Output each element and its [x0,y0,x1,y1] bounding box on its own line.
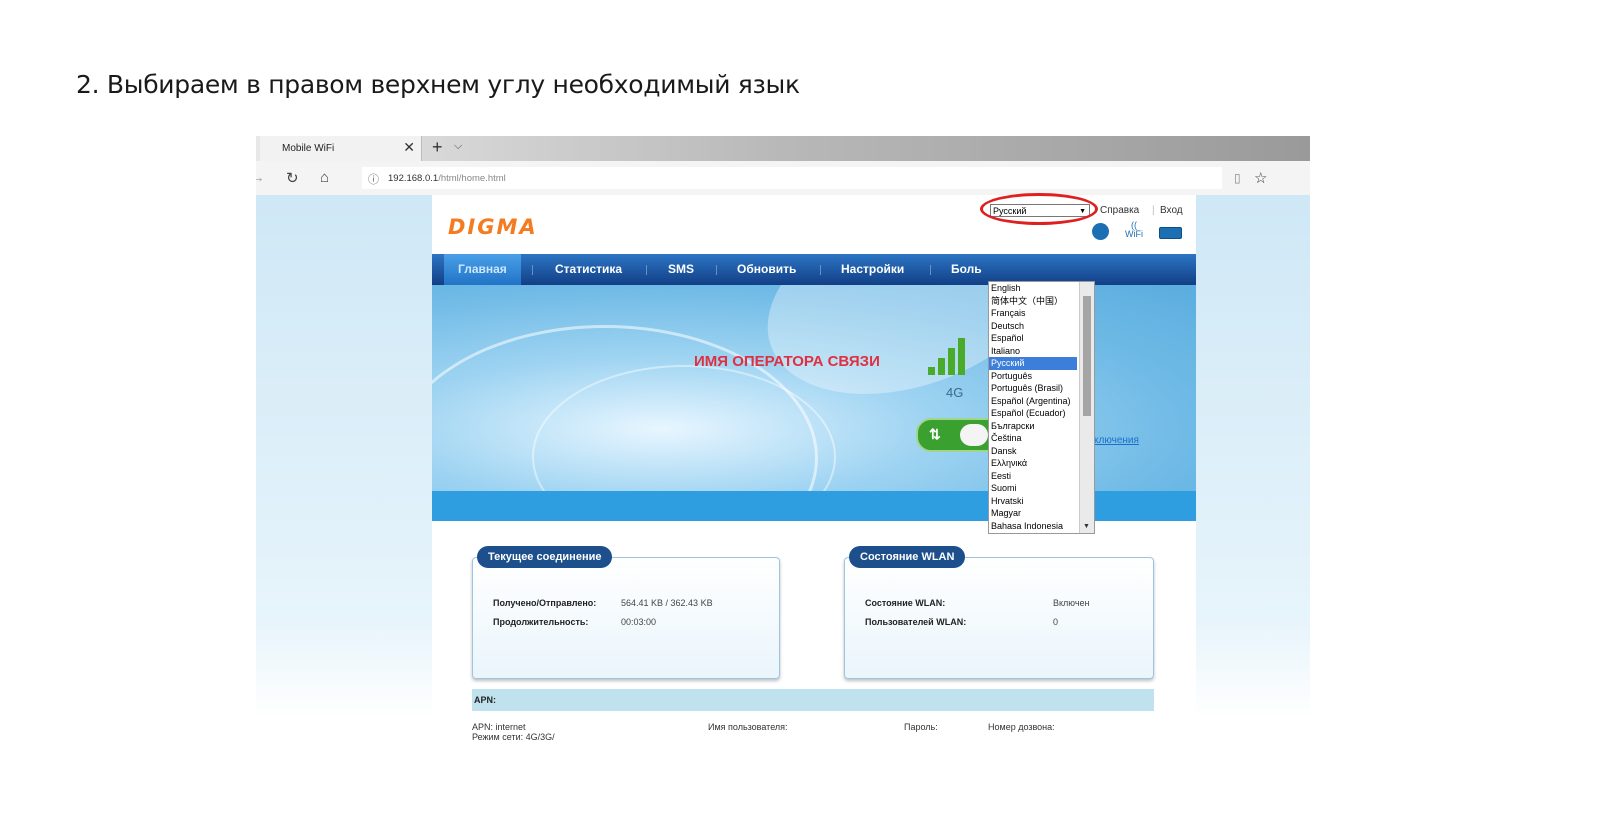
language-option[interactable]: Русский [989,357,1077,370]
highlight-oval [980,193,1098,225]
wlan-users-value: 0 [1053,617,1059,627]
browser-tab[interactable]: Mobile WiFi ✕ [260,136,422,161]
nav-home[interactable]: Главная [444,254,521,285]
close-tab-icon[interactable]: ✕ [403,139,415,156]
operator-name: ИМЯ ОПЕРАТОРА СВЯЗИ [694,353,880,370]
apn-title: APN: [474,695,496,705]
language-option[interactable]: Italiano [989,345,1077,358]
language-option[interactable]: Português [989,370,1077,383]
language-option[interactable]: Bahasa Indonesia [989,520,1077,533]
browser-address-bar: → ↻ ⌂ ⓘ 192.168.0.1/html/home.html ▯ ☆ [256,161,1310,196]
wlan-status-label: Состояние WLAN: [865,598,946,608]
duration-label: Продолжительность: [493,617,589,627]
nav-statistics[interactable]: Статистика [541,254,636,285]
home-icon[interactable]: ⌂ [320,169,329,186]
language-option[interactable]: English [989,282,1077,295]
nav-more[interactable]: Боль [937,254,996,285]
url-text: 192.168.0.1/html/home.html [388,173,506,184]
scrollbar-thumb[interactable] [1083,296,1091,416]
language-option[interactable]: Hrvatski [989,495,1077,508]
language-option[interactable]: Suomi [989,482,1077,495]
language-option[interactable]: Español (Ecuador) [989,407,1077,420]
nav-sms[interactable]: SMS [654,254,708,285]
digma-logo: DIGMA [448,215,538,239]
language-option[interactable]: Deutsch [989,320,1077,333]
login-link[interactable]: Вход [1160,205,1183,216]
wlan-users-label: Пользователей WLAN: [865,617,967,627]
username-label: Имя пользователя: [708,722,788,732]
help-link[interactable]: Справка [1100,205,1139,216]
language-dropdown-list[interactable]: English 简体中文（中国） Français Deutsch Español Ita… [988,281,1095,534]
forward-icon[interactable]: → [256,169,265,186]
language-option[interactable]: Português (Brasil) [989,382,1077,395]
wifi-icon: ((WiFi [1125,220,1143,239]
language-option[interactable]: Čeština [989,432,1077,445]
language-option[interactable]: Ελληνικά [989,457,1077,470]
web-page: DIGMA Русский ▼ Справка | Вход ((WiFi Гл… [256,193,1310,764]
card-title: Состояние WLAN [849,546,966,568]
language-option[interactable]: Magyar [989,507,1077,520]
reader-view-icon[interactable]: ▯ [1234,171,1241,185]
battery-icon [1159,227,1182,239]
language-option[interactable]: Български [989,420,1077,433]
browser-screenshot: Mobile WiFi ✕ + ⌵ → ↻ ⌂ ⓘ 192.168.0.1/ht… [256,136,1310,764]
site-info-icon[interactable]: ⓘ [368,171,379,187]
network-mode-value: Режим сети: 4G/3G/ [472,732,555,742]
language-option[interactable]: 简体中文（中国） [989,295,1077,308]
new-tab-icon[interactable]: + [432,137,443,158]
language-option[interactable]: Español [989,332,1077,345]
nav-settings[interactable]: Настройки [827,254,918,285]
dropdown-scrollbar[interactable]: ▼ [1079,282,1094,533]
language-option[interactable]: Eesti [989,470,1077,483]
tab-list-chevron-icon[interactable]: ⌵ [454,140,462,153]
received-sent-label: Получено/Отправлено: [493,598,597,608]
browser-tab-bar: Mobile WiFi ✕ + ⌵ [256,136,1310,161]
wlan-status-card: Состояние WLAN Состояние WLAN: Включен П… [844,546,1154,679]
current-connection-card: Текущее соединение Получено/Отправлено: … [472,546,780,679]
data-transfer-icon: ⇅ [929,426,941,442]
instruction-caption: 2. Выбираем в правом верхнем углу необхо… [76,70,800,99]
password-label: Пароль: [904,722,938,732]
tab-title: Mobile WiFi [282,143,335,154]
duration-value: 00:03:00 [621,617,657,627]
card-title: Текущее соединение [477,546,613,568]
bookmark-star-icon[interactable]: ☆ [1254,169,1267,187]
language-option[interactable]: Français [989,307,1077,320]
globe-icon [1092,223,1109,240]
nav-update[interactable]: Обновить [723,254,810,285]
connection-link[interactable]: ключения [1094,435,1139,446]
apn-value: APN: internet [472,722,526,732]
language-option[interactable]: Español (Argentina) [989,395,1077,408]
dial-number-label: Номер дозвона: [988,722,1055,732]
scroll-down-arrow-icon[interactable]: ▼ [1083,523,1090,530]
refresh-icon[interactable]: ↻ [286,169,299,187]
received-sent-value: 564.41 KB / 362.43 KB [621,598,713,608]
wlan-status-value: Включен [1053,598,1090,608]
url-input[interactable]: ⓘ 192.168.0.1/html/home.html [362,167,1222,189]
network-type: 4G [946,385,964,400]
language-option[interactable]: Dansk [989,445,1077,458]
apn-section-header: APN: [472,689,1154,711]
